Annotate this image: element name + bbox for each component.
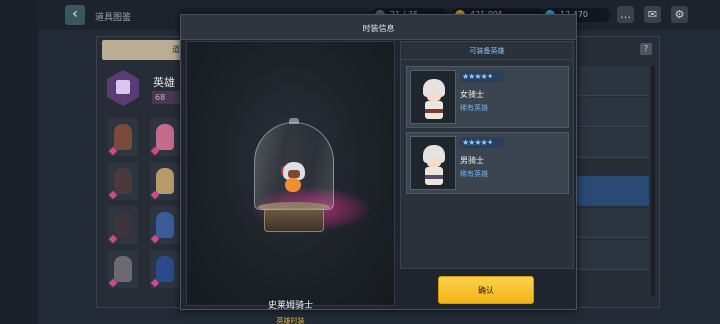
gear-icon[interactable]: ⚙: [671, 6, 688, 23]
list-item[interactable]: [577, 240, 649, 270]
collection-thumb[interactable]: [108, 250, 138, 288]
modal-header: 时装信息: [181, 15, 576, 40]
collection-thumb[interactable]: [150, 250, 180, 288]
glass-dome: [254, 122, 334, 210]
equippable-heroes-panel: 可装备英雄 ★★★★✦ 女骑士 稀有英雄 ★★★★✦ 男骑士 稀有英雄: [400, 41, 574, 269]
list-item[interactable]: [577, 128, 649, 158]
hero-name: 男骑士: [460, 156, 484, 165]
hero-name: 女骑士: [460, 90, 484, 99]
page-title: 道具图鉴: [95, 13, 132, 23]
left-tab[interactable]: 道: [102, 40, 184, 60]
back-button[interactable]: ‹: [65, 5, 85, 25]
category-count: 68: [152, 91, 182, 104]
help-button[interactable]: ?: [640, 43, 652, 55]
list-scrollbar[interactable]: [651, 66, 655, 296]
list-item[interactable]: [577, 97, 649, 127]
mail-icon[interactable]: ✉: [644, 6, 661, 23]
list-item-selected[interactable]: [577, 176, 649, 206]
costume-preview: 史莱姆骑士 英雄时装: [186, 41, 395, 324]
hero-card[interactable]: ★★★★✦ 男骑士 稀有英雄: [406, 132, 569, 194]
hero-stars: ★★★★✦: [460, 71, 504, 82]
hero-stars: ★★★★✦: [460, 137, 504, 148]
chat-icon[interactable]: …: [617, 6, 634, 23]
collection-thumb[interactable]: [108, 162, 138, 200]
chevron-left-icon: ‹: [72, 6, 78, 22]
modal-title: 时装信息: [362, 24, 395, 33]
list-item[interactable]: [577, 66, 649, 96]
emblem-crest-icon: [116, 80, 130, 94]
collection-thumb[interactable]: [108, 118, 138, 156]
costume-info-modal: 时装信息 史莱姆骑士 英雄时装 可装备英雄 ★★★★✦ 女骑士 稀有英雄 ★★★…: [180, 14, 577, 324]
hero-portrait: [410, 136, 456, 190]
category-label: 英雄: [153, 76, 175, 89]
left-edge: [0, 0, 38, 324]
collection-thumb[interactable]: [150, 206, 180, 244]
collection-thumb[interactable]: [150, 162, 180, 200]
hero-rarity: 稀有英雄: [460, 170, 488, 178]
collection-thumb[interactable]: [150, 118, 180, 156]
pedestal-base: [264, 208, 324, 232]
costume-type: 英雄时装: [276, 317, 305, 324]
collection-thumb[interactable]: [108, 206, 138, 244]
hero-rarity: 稀有英雄: [460, 104, 488, 112]
hero-portrait: [410, 70, 456, 124]
costume-name: 史莱姆骑士: [267, 301, 313, 311]
confirm-button[interactable]: 确认: [438, 276, 534, 304]
heroes-header: 可装备英雄: [401, 42, 573, 60]
hero-card[interactable]: ★★★★✦ 女骑士 稀有英雄: [406, 66, 569, 128]
list-item[interactable]: [577, 208, 649, 238]
